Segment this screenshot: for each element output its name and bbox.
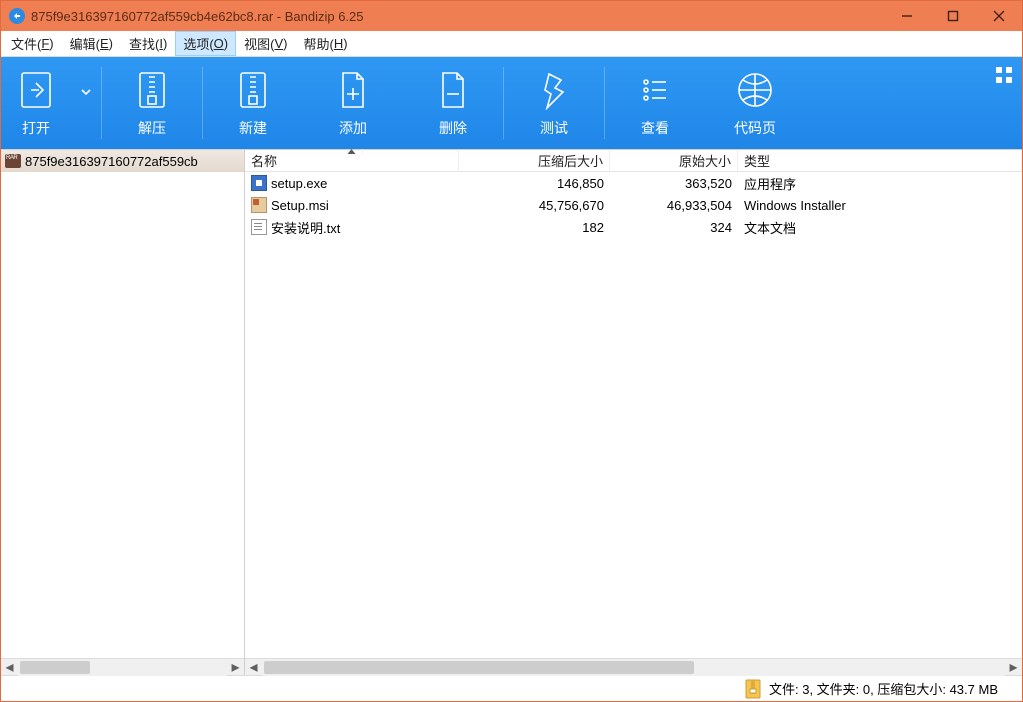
menu-file[interactable]: 文件(F) — [3, 31, 62, 56]
file-name: 安装说明.txt — [271, 218, 340, 237]
msi-file-icon — [251, 197, 267, 213]
sidebar: 875f9e316397160772af559cb ◂ ▸ — [1, 150, 245, 675]
toolbar: 打开 解压 新建 添加 删除 测试 — [1, 57, 1022, 149]
file-compressed-size: 146,850 — [459, 176, 610, 191]
file-compressed-size: 45,756,670 — [459, 198, 610, 213]
txt-file-icon — [251, 219, 267, 235]
file-original-size: 324 — [610, 220, 738, 235]
file-original-size: 363,520 — [610, 176, 738, 191]
sidebar-hscrollbar[interactable]: ◂ ▸ — [1, 658, 244, 675]
menu-options[interactable]: 选项(O) — [175, 31, 236, 56]
toolbar-extract[interactable]: 解压 — [102, 57, 202, 149]
archive-status-icon — [745, 679, 761, 699]
file-row[interactable]: setup.exe 146,850 363,520 应用程序 — [245, 172, 1022, 194]
column-header-name[interactable]: 名称 — [245, 150, 459, 171]
file-type: 文本文档 — [738, 218, 1022, 237]
file-type: Windows Installer — [738, 198, 1022, 213]
menu-help[interactable]: 帮助(H) — [295, 31, 355, 56]
toolbar-test[interactable]: 测试 — [504, 57, 604, 149]
scroll-left-icon[interactable]: ◂ — [245, 659, 262, 676]
file-list-body[interactable]: setup.exe 146,850 363,520 应用程序 Setup.msi… — [245, 172, 1022, 658]
toolbar-delete[interactable]: 删除 — [403, 57, 503, 149]
exe-file-icon — [251, 175, 267, 191]
scroll-thumb[interactable] — [20, 661, 90, 674]
tree-root-item[interactable]: 875f9e316397160772af559cb — [1, 150, 244, 172]
toolbar-new[interactable]: 新建 — [203, 57, 303, 149]
extract-icon — [133, 68, 171, 112]
folder-tree[interactable]: 875f9e316397160772af559cb — [1, 150, 244, 658]
delete-icon — [434, 68, 472, 112]
minimize-button[interactable] — [884, 1, 930, 31]
filelist-hscrollbar[interactable]: ◂ ▸ — [245, 658, 1022, 675]
file-row[interactable]: Setup.msi 45,756,670 46,933,504 Windows … — [245, 194, 1022, 216]
menu-find[interactable]: 查找(I) — [121, 31, 175, 56]
column-header-original-size[interactable]: 原始大小 — [610, 150, 738, 171]
toolbar-open-dropdown[interactable] — [71, 57, 101, 149]
toolbar-view[interactable]: 查看 — [605, 57, 705, 149]
window-title: 875f9e316397160772af559cb4e62bc8.rar - B… — [31, 9, 884, 24]
menu-view[interactable]: 视图(V) — [236, 31, 295, 56]
scroll-left-icon[interactable]: ◂ — [1, 659, 18, 676]
scroll-track[interactable] — [18, 659, 227, 676]
file-name: Setup.msi — [271, 198, 329, 213]
file-name: setup.exe — [271, 176, 327, 191]
scroll-thumb[interactable] — [264, 661, 694, 674]
close-button[interactable] — [976, 1, 1022, 31]
toolbar-grid-icon[interactable] — [996, 67, 1012, 83]
file-original-size: 46,933,504 — [610, 198, 738, 213]
status-text: 文件: 3, 文件夹: 0, 压缩包大小: 43.7 MB — [769, 679, 1022, 698]
scroll-right-icon[interactable]: ▸ — [1005, 659, 1022, 676]
codepage-icon — [736, 68, 774, 112]
tree-root-label: 875f9e316397160772af559cb — [25, 154, 198, 169]
scroll-right-icon[interactable]: ▸ — [227, 659, 244, 676]
menu-edit[interactable]: 编辑(E) — [62, 31, 121, 56]
column-header-compressed-size[interactable]: 压缩后大小 — [459, 150, 610, 171]
menu-bar: 文件(F) 编辑(E) 查找(I) 选项(O) 视图(V) 帮助(H) — [1, 31, 1022, 57]
window-controls — [884, 1, 1022, 31]
column-header-type[interactable]: 类型 — [738, 150, 1022, 171]
sort-ascending-icon — [341, 149, 362, 154]
status-bar: 文件: 3, 文件夹: 0, 压缩包大小: 43.7 MB — [1, 675, 1022, 701]
app-icon — [9, 8, 25, 24]
view-icon — [636, 68, 674, 112]
file-list-header: 名称 压缩后大小 原始大小 类型 — [245, 150, 1022, 172]
toolbar-add[interactable]: 添加 — [303, 57, 403, 149]
toolbar-codepage[interactable]: 代码页 — [705, 57, 805, 149]
file-compressed-size: 182 — [459, 220, 610, 235]
add-icon — [334, 68, 372, 112]
file-type: 应用程序 — [738, 174, 1022, 193]
app-window: 875f9e316397160772af559cb4e62bc8.rar - B… — [0, 0, 1023, 702]
content-area: 875f9e316397160772af559cb ◂ ▸ 名称 压缩后大小 原… — [1, 149, 1022, 675]
scroll-track[interactable] — [262, 659, 1005, 676]
test-icon — [535, 68, 573, 112]
title-bar[interactable]: 875f9e316397160772af559cb4e62bc8.rar - B… — [1, 1, 1022, 31]
open-icon — [17, 68, 55, 112]
maximize-button[interactable] — [930, 1, 976, 31]
new-icon — [234, 68, 272, 112]
toolbar-open[interactable]: 打开 — [1, 57, 71, 149]
file-row[interactable]: 安装说明.txt 182 324 文本文档 — [245, 216, 1022, 238]
file-list-panel: 名称 压缩后大小 原始大小 类型 setup.exe 146,850 363,5… — [245, 150, 1022, 675]
rar-archive-icon — [5, 154, 21, 168]
chevron-down-icon — [81, 57, 91, 128]
